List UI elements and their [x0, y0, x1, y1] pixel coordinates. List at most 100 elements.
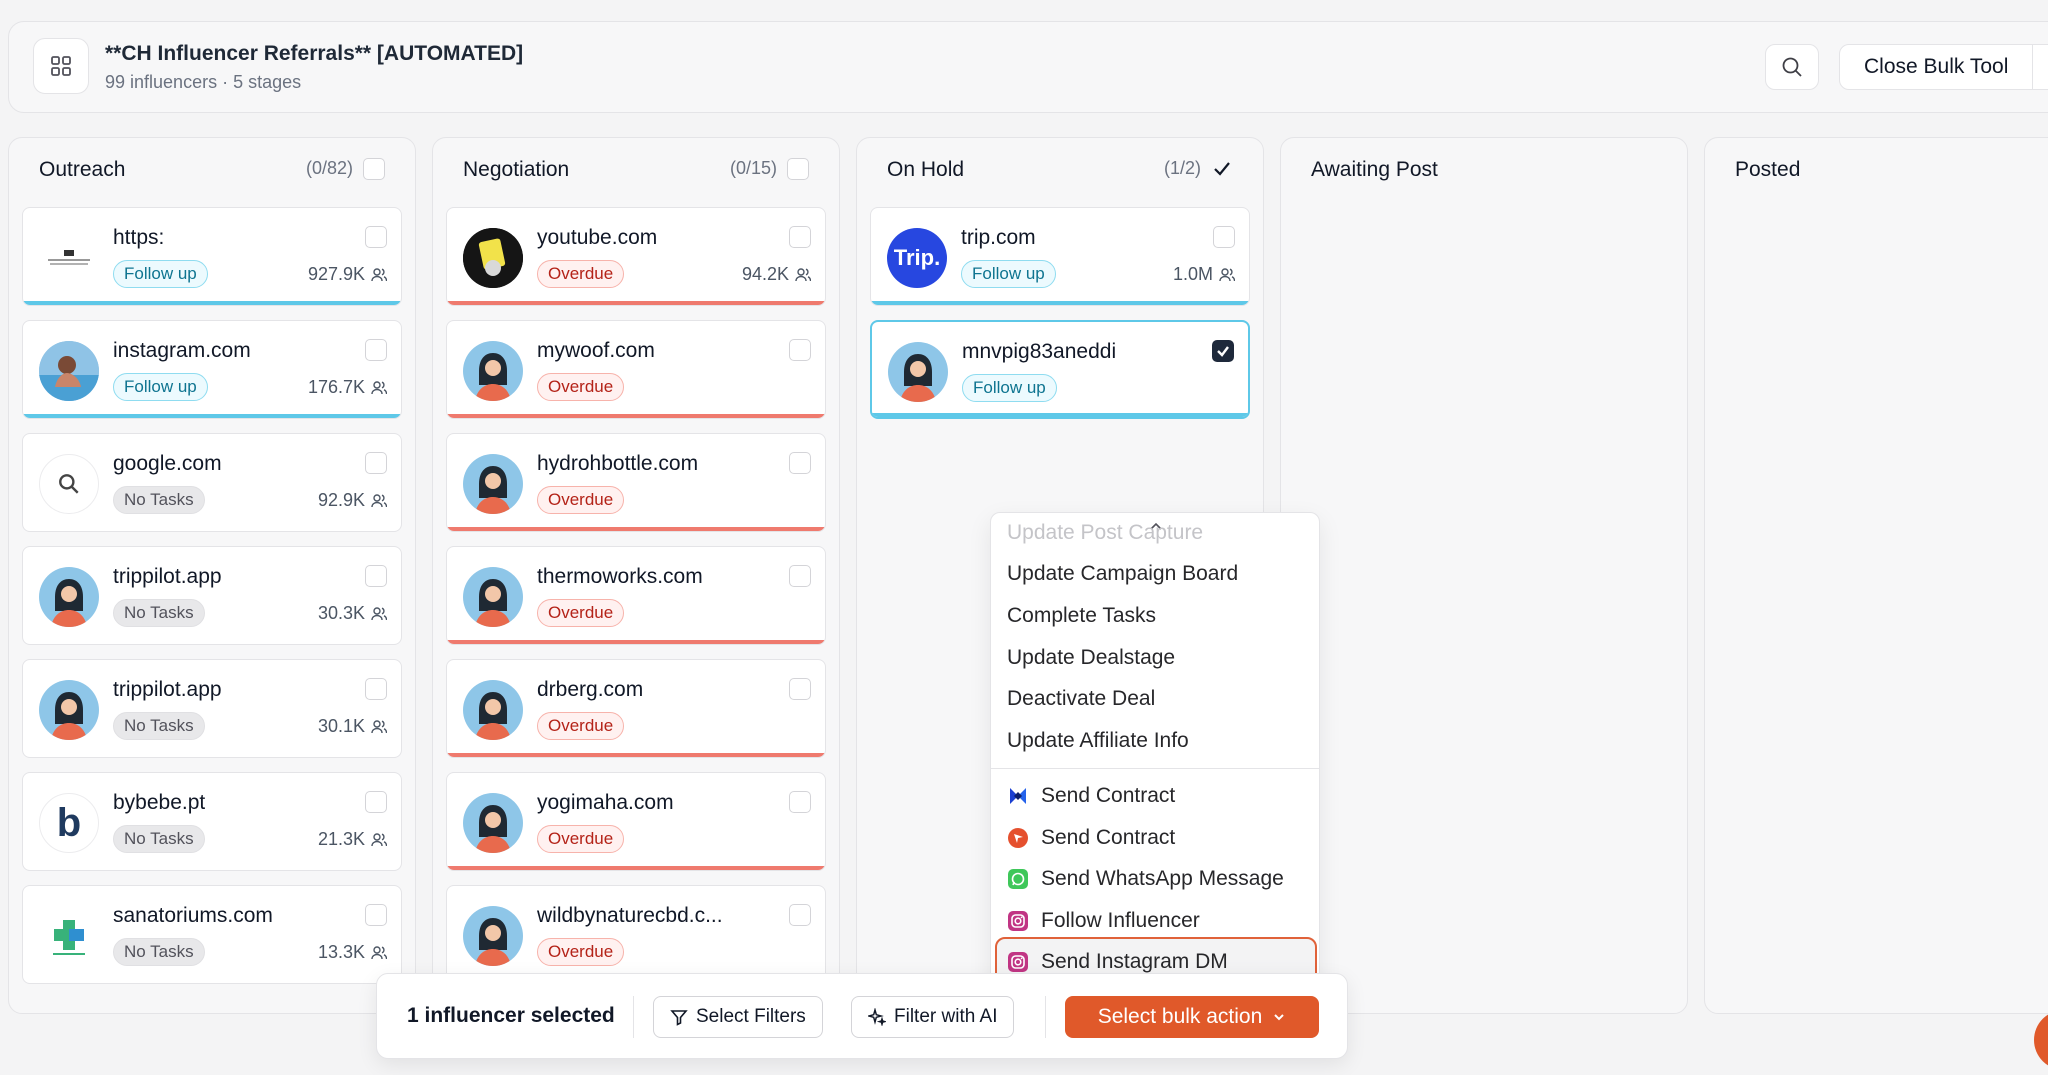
- default-avatar-icon: [39, 567, 99, 627]
- influencer-card[interactable]: yogimaha.com Overdue: [446, 772, 826, 871]
- menu-item-deactivate-deal[interactable]: Deactivate Deal: [1007, 687, 1155, 711]
- default-avatar-icon: [463, 680, 523, 740]
- medical-cross-icon: [53, 920, 85, 955]
- column-count: (0/82): [305, 158, 353, 178]
- influencer-card[interactable]: b bybebe.pt No Tasks 21.3K: [22, 772, 402, 871]
- column-title: Awaiting Post: [1311, 158, 1438, 181]
- menu-item-update-campaign-board[interactable]: Update Campaign Board: [1007, 562, 1238, 586]
- follower-count: 30.3K: [318, 603, 387, 624]
- column-select-checkbox[interactable]: [363, 158, 385, 180]
- influencer-card[interactable]: hydrohbottle.com Overdue: [446, 433, 826, 532]
- influencer-card[interactable]: wildbynaturecbd.c... Overdue: [446, 885, 826, 984]
- default-avatar-icon: [463, 793, 523, 853]
- column-select-checkbox[interactable]: [787, 158, 809, 180]
- card-checkbox[interactable]: [789, 791, 811, 813]
- follower-count: 927.9K: [308, 264, 387, 285]
- status-badge: Follow up: [113, 373, 208, 401]
- influencer-name: mnvpig83aneddi: [962, 340, 1117, 363]
- card-checkbox[interactable]: [365, 226, 387, 248]
- influencer-card[interactable]: drberg.com Overdue: [446, 659, 826, 758]
- card-checkbox[interactable]: [1213, 226, 1235, 248]
- influencer-card[interactable]: google.com No Tasks 92.9K: [22, 433, 402, 532]
- logo-icon: [48, 250, 90, 265]
- check-icon: [1217, 346, 1229, 357]
- card-checkbox[interactable]: [365, 791, 387, 813]
- card-checkbox[interactable]: [365, 904, 387, 926]
- bulk-action-menu: Update Post Capture Update Campaign Boar…: [990, 512, 1320, 992]
- menu-item-update-affiliate-info[interactable]: Update Affiliate Info: [1007, 729, 1189, 753]
- follower-value: 1.0M: [1172, 264, 1213, 284]
- status-badge: No Tasks: [113, 825, 205, 853]
- default-avatar-icon: [463, 906, 523, 966]
- whatsapp-icon: [1007, 868, 1029, 890]
- influencer-card[interactable]: Trip. trip.com Follow up 1.0M: [870, 207, 1250, 306]
- search-button[interactable]: [1765, 44, 1819, 90]
- influencer-name: google.com: [113, 452, 222, 475]
- influencer-card[interactable]: instagram.com Follow up 176.7K: [22, 320, 402, 419]
- card-checkbox[interactable]: [365, 452, 387, 474]
- card-checkbox[interactable]: [365, 339, 387, 361]
- grid-menu-button[interactable]: [33, 38, 89, 94]
- influencer-card[interactable]: trippilot.app No Tasks 30.3K: [22, 546, 402, 645]
- avatar: [463, 454, 523, 514]
- card-checkbox[interactable]: [365, 565, 387, 587]
- menu-item-label: Update Campaign Board: [1007, 562, 1239, 585]
- avatar: [39, 906, 99, 966]
- follower-count: 1.0M: [1173, 264, 1235, 285]
- influencer-card[interactable]: thermoworks.com Overdue: [446, 546, 826, 645]
- follower-count: 21.3K: [318, 829, 387, 850]
- select-bulk-action-button[interactable]: Select bulk action: [1065, 996, 1319, 1038]
- status-bar: [447, 866, 825, 870]
- card-checkbox[interactable]: [789, 904, 811, 926]
- influencer-name: trip.com: [961, 226, 1036, 249]
- follower-value: 94.2K: [741, 264, 789, 284]
- avatar: [463, 341, 523, 401]
- card-checkbox[interactable]: [789, 452, 811, 474]
- chat-launcher-button[interactable]: [2034, 1010, 2048, 1070]
- avatar: [39, 680, 99, 740]
- column-header: Outreach (0/82): [9, 138, 415, 202]
- magnifier-icon: [59, 474, 79, 494]
- users-icon: [1219, 267, 1235, 281]
- follower-count: 30.1K: [318, 716, 387, 737]
- menu-item-send-instagram-dm[interactable]: Send Instagram DM: [1007, 950, 1228, 974]
- status-bar: [871, 301, 1249, 305]
- influencer-name: instagram.com: [113, 339, 251, 362]
- default-avatar-icon: [39, 680, 99, 740]
- influencer-card[interactable]: https: Follow up 927.9K: [22, 207, 402, 306]
- influencer-card[interactable]: youtube.com Overdue 94.2K: [446, 207, 826, 306]
- follower-count: 94.2K: [742, 264, 811, 285]
- card-checkbox[interactable]: [789, 565, 811, 587]
- close-bulk-tool-button[interactable]: Close Bulk Tool: [1839, 44, 2048, 90]
- menu-item-update-dealstage[interactable]: Update Dealstage: [1007, 646, 1175, 670]
- menu-item-send-whatsapp-message[interactable]: Send WhatsApp Message: [1007, 867, 1284, 891]
- status-badge: Overdue: [537, 260, 625, 288]
- menu-item-update-post-capture[interactable]: Update Post Capture: [1007, 521, 1203, 545]
- influencer-card[interactable]: sanatoriums.com No Tasks 13.3K: [22, 885, 402, 984]
- default-avatar-icon: [463, 341, 523, 401]
- column-select-checkbox[interactable]: [1211, 158, 1233, 180]
- card-checkbox[interactable]: [365, 678, 387, 700]
- menu-item-follow-influencer[interactable]: Follow Influencer: [1007, 909, 1200, 933]
- check-icon: [1214, 162, 1230, 176]
- search-icon: [1782, 57, 1802, 77]
- menu-item-complete-tasks[interactable]: Complete Tasks: [1007, 604, 1156, 628]
- card-checkbox[interactable]: [789, 339, 811, 361]
- menu-item-send-contract-docusign[interactable]: Send Contract: [1007, 784, 1175, 808]
- select-bulk-action-label: Select bulk action: [1097, 1005, 1263, 1028]
- column-header: On Hold (1/2): [857, 138, 1263, 202]
- filter-with-ai-button[interactable]: Filter with AI: [851, 996, 1015, 1038]
- users-icon: [371, 267, 387, 281]
- card-checkbox[interactable]: [789, 226, 811, 248]
- card-checkbox[interactable]: [789, 678, 811, 700]
- influencer-card[interactable]: mywoof.com Overdue: [446, 320, 826, 419]
- card-checkbox[interactable]: [1212, 340, 1234, 362]
- select-filters-button[interactable]: Select Filters: [653, 996, 823, 1038]
- avatar: b: [39, 793, 99, 853]
- influencer-card[interactable]: trippilot.app No Tasks 30.1K: [22, 659, 402, 758]
- menu-item-send-contract-pandadoc[interactable]: Send Contract: [1007, 826, 1175, 850]
- board-header: **CH Influencer Referrals** [AUTOMATED] …: [8, 21, 2048, 113]
- menu-item-label: Complete Tasks: [1007, 604, 1157, 627]
- chevron-down-icon: [1274, 1014, 1285, 1021]
- influencer-card-selected[interactable]: mnvpig83aneddi Follow up: [870, 320, 1250, 419]
